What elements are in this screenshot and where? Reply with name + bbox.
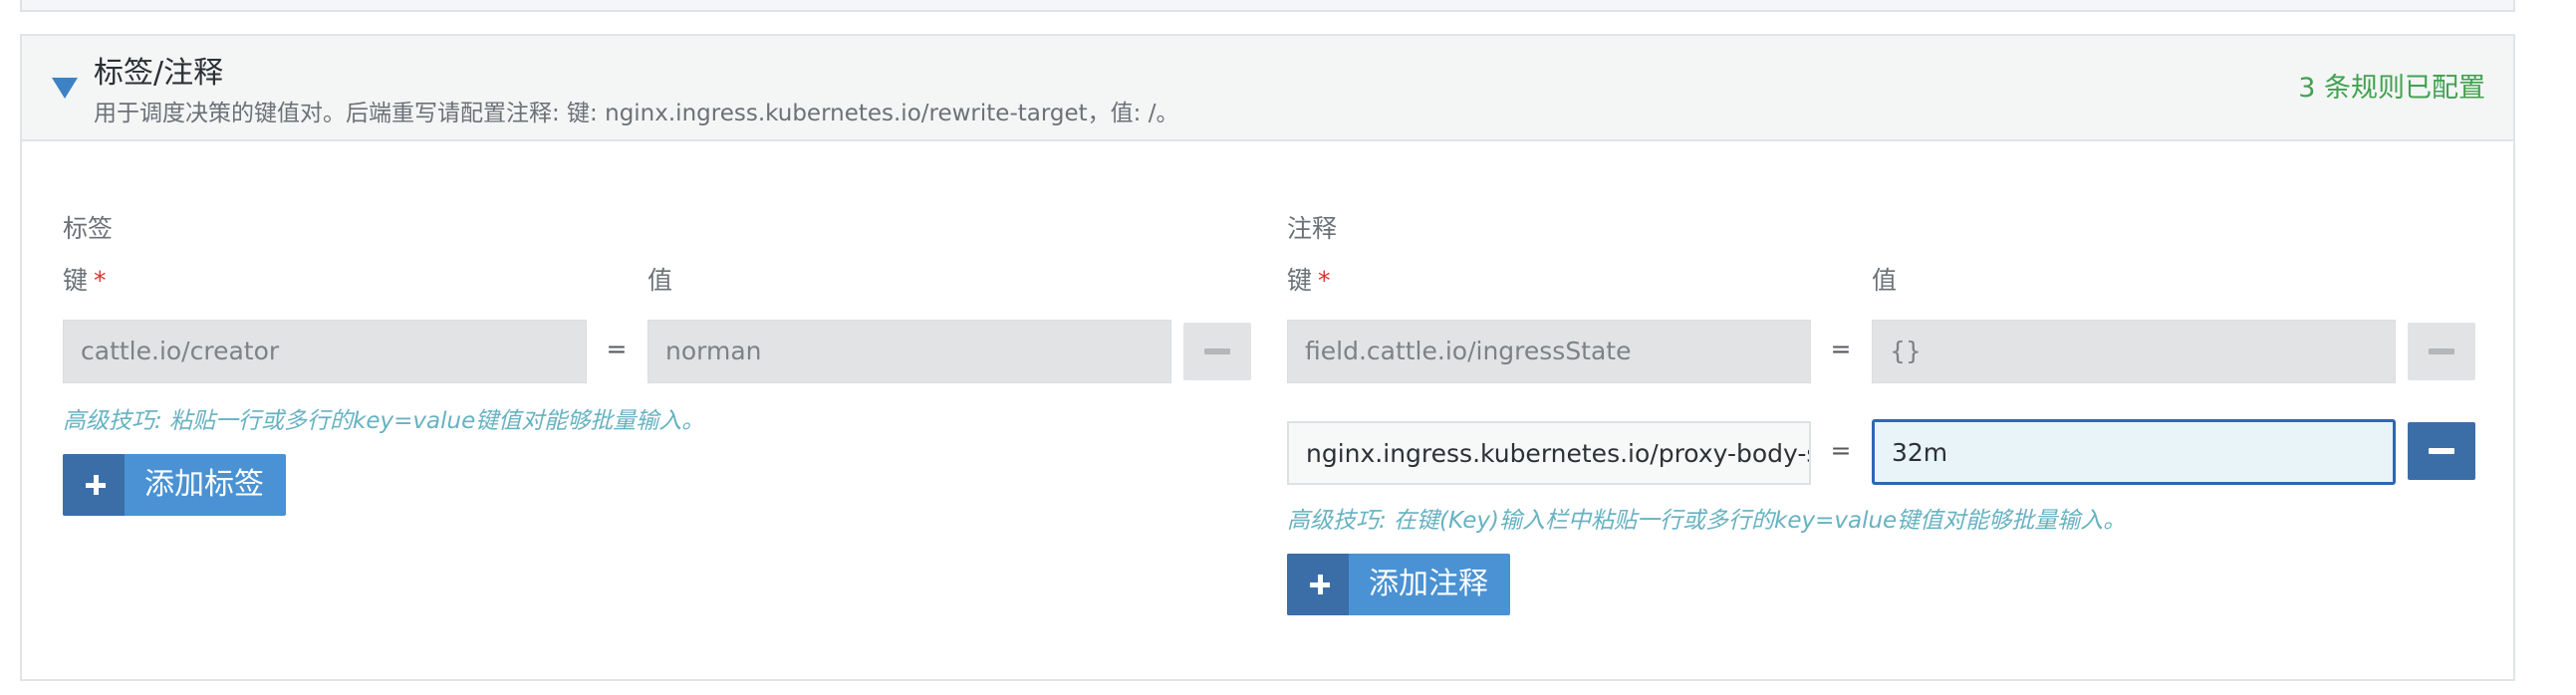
equals-sign: = bbox=[1830, 335, 1852, 363]
previous-panel-edge bbox=[20, 0, 2515, 12]
labels-section-title: 标签 bbox=[63, 214, 114, 243]
add-annotation-button[interactable]: 添加注释 bbox=[1287, 554, 1510, 615]
equals-sign: = bbox=[1830, 436, 1852, 465]
plus-icon bbox=[63, 454, 125, 516]
add-label-button[interactable]: 添加标签 bbox=[63, 454, 286, 516]
annotations-section-title: 注释 bbox=[1287, 214, 1338, 243]
panel-description: 用于调度决策的键值对。后端重写请配置注释: 键: nginx.ingress.k… bbox=[94, 101, 1179, 126]
minus-icon bbox=[2429, 448, 2454, 454]
minus-icon bbox=[1204, 348, 1230, 354]
panel-title: 标签/注释 bbox=[94, 56, 224, 91]
plus-icon bbox=[1287, 554, 1349, 615]
remove-label-button[interactable] bbox=[1183, 323, 1251, 380]
caret-down-icon[interactable] bbox=[52, 78, 78, 99]
label-value-input[interactable]: norman bbox=[647, 320, 1171, 383]
annotation-value-header: 值 bbox=[1872, 266, 1898, 295]
label-key-header: 键 * bbox=[63, 261, 107, 297]
required-mark: * bbox=[94, 266, 107, 295]
equals-sign: = bbox=[606, 335, 628, 363]
required-mark: * bbox=[1318, 266, 1331, 295]
remove-annotation-button[interactable] bbox=[2408, 422, 2475, 480]
annotation-key-input[interactable]: field.cattle.io/ingressState bbox=[1287, 320, 1811, 383]
annotation-value-input[interactable]: 32m bbox=[1872, 419, 2396, 485]
rules-status: 3 条规则已配置 bbox=[2298, 73, 2485, 104]
label-key-input[interactable]: cattle.io/creator bbox=[63, 320, 587, 383]
minus-icon bbox=[2429, 348, 2454, 354]
label-value-header: 值 bbox=[647, 266, 673, 295]
annotation-key-text: 键 bbox=[1287, 266, 1313, 295]
annotations-hint: 高级技巧: 在键(Key)输入栏中粘贴一行或多行的key=value键值对能够批… bbox=[1287, 508, 2127, 534]
annotation-key-header: 键 * bbox=[1287, 261, 1331, 297]
remove-annotation-button[interactable] bbox=[2408, 323, 2475, 380]
annotation-value-input[interactable]: {} bbox=[1872, 320, 2396, 383]
labels-hint: 高级技巧: 粘贴一行或多行的key=value键值对能够批量输入。 bbox=[63, 408, 705, 434]
labels-annotations-panel: 标签/注释 用于调度决策的键值对。后端重写请配置注释: 键: nginx.ing… bbox=[20, 34, 2515, 681]
annotation-key-input[interactable]: nginx.ingress.kubernetes.io/proxy-body-s… bbox=[1287, 421, 1811, 485]
add-annotation-button-label: 添加注释 bbox=[1369, 567, 1488, 601]
label-key-text: 键 bbox=[63, 266, 89, 295]
add-label-button-label: 添加标签 bbox=[144, 467, 264, 502]
panel-header[interactable]: 标签/注释 用于调度决策的键值对。后端重写请配置注释: 键: nginx.ing… bbox=[22, 36, 2513, 141]
